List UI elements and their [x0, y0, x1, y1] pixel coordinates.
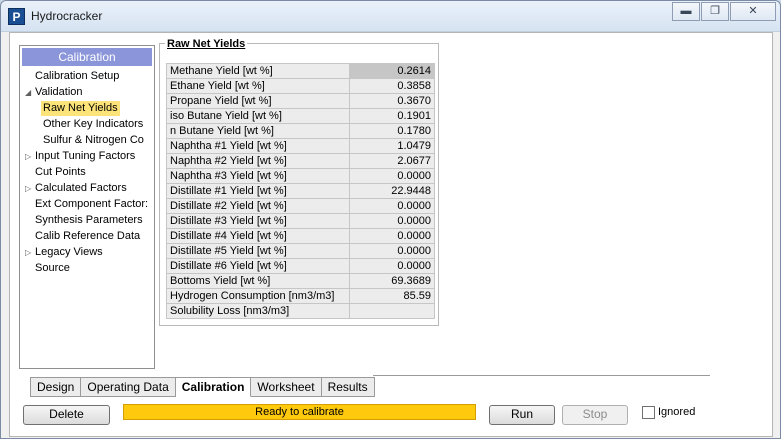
table-row: Distillate #1 Yield [wt %] 22.9448 — [166, 183, 435, 199]
close-icon: ✕ — [748, 5, 758, 17]
nav-item-other-key-indicators[interactable]: Other Key Indicators — [43, 117, 143, 132]
tab-strip: Design Operating Data Calibration Worksh… — [30, 377, 375, 397]
value-cell[interactable]: 0.0000 — [349, 258, 435, 274]
tab-design[interactable]: Design — [30, 377, 82, 397]
expand-arrow-icon[interactable]: ▷ — [25, 184, 31, 193]
nav-item-calib-reference-data[interactable]: Calib Reference Data — [35, 229, 140, 244]
hydrocracker-window: P Hydrocracker ▬ ❐ ✕ Calibration Calibra… — [0, 0, 781, 439]
table-row: Distillate #3 Yield [wt %] 0.0000 — [166, 213, 435, 229]
close-button[interactable]: ✕ — [730, 2, 776, 21]
value-cell[interactable]: 0.3670 — [349, 93, 435, 109]
collapse-arrow-icon[interactable]: ◢ — [25, 88, 31, 97]
ignored-checkbox[interactable] — [642, 406, 655, 419]
value-cell[interactable]: 1.0479 — [349, 138, 435, 154]
row-label: Methane Yield [wt %] — [166, 63, 350, 79]
nav-item-calculated-factors[interactable]: Calculated Factors — [35, 181, 127, 196]
row-label: Hydrogen Consumption [nm3/m3] — [166, 288, 350, 304]
nav-item-source[interactable]: Source — [35, 261, 70, 276]
value-cell[interactable]: 0.3858 — [349, 78, 435, 94]
table-row: Distillate #2 Yield [wt %] 0.0000 — [166, 198, 435, 214]
row-label: Naphtha #2 Yield [wt %] — [166, 153, 350, 169]
row-label: Solubility Loss [nm3/m3] — [166, 303, 350, 319]
window-title: Hydrocracker — [31, 9, 103, 23]
row-label: Distillate #1 Yield [wt %] — [166, 183, 350, 199]
table-row: n Butane Yield [wt %] 0.1780 — [166, 123, 435, 139]
row-label: n Butane Yield [wt %] — [166, 123, 350, 139]
nav-item-validation[interactable]: Validation — [35, 85, 83, 100]
nav-item-sulfur-nitrogen[interactable]: Sulfur & Nitrogen Co — [43, 133, 144, 148]
table-row: Propane Yield [wt %] 0.3670 — [166, 93, 435, 109]
row-label: Distillate #3 Yield [wt %] — [166, 213, 350, 229]
value-cell[interactable]: 0.0000 — [349, 243, 435, 259]
value-cell[interactable]: 0.1780 — [349, 123, 435, 139]
tab-calibration[interactable]: Calibration — [175, 377, 252, 397]
value-cell[interactable]: 0.2614 — [349, 63, 435, 79]
expand-arrow-icon[interactable]: ▷ — [25, 152, 31, 161]
row-label: Propane Yield [wt %] — [166, 93, 350, 109]
value-cell[interactable]: 85.59 — [349, 288, 435, 304]
table-row: Ethane Yield [wt %] 0.3858 — [166, 78, 435, 94]
ignored-label: Ignored — [658, 406, 696, 418]
table-row: Naphtha #1 Yield [wt %] 1.0479 — [166, 138, 435, 154]
table-row: Distillate #6 Yield [wt %] 0.0000 — [166, 258, 435, 274]
value-cell[interactable]: 0.1901 — [349, 108, 435, 124]
value-cell[interactable] — [349, 303, 435, 319]
table-row: Hydrogen Consumption [nm3/m3] 85.59 — [166, 288, 435, 304]
app-icon: P — [8, 8, 25, 25]
value-cell[interactable]: 0.0000 — [349, 213, 435, 229]
content-panel: Calibration Calibration Setup ◢ Validati… — [9, 32, 773, 437]
nav-item-input-tuning-factors[interactable]: Input Tuning Factors — [35, 149, 135, 164]
table-row: Methane Yield [wt %] 0.2614 — [166, 63, 435, 79]
row-label: Bottoms Yield [wt %] — [166, 273, 350, 289]
row-label: Distillate #6 Yield [wt %] — [166, 258, 350, 274]
value-cell[interactable]: 0.0000 — [349, 168, 435, 184]
restore-icon: ❐ — [710, 5, 720, 17]
nav-header: Calibration — [22, 48, 152, 66]
row-label: Naphtha #3 Yield [wt %] — [166, 168, 350, 184]
table-row: iso Butane Yield [wt %] 0.1901 — [166, 108, 435, 124]
value-cell[interactable]: 0.0000 — [349, 228, 435, 244]
group-title: Raw Net Yields — [165, 37, 248, 51]
tab-results[interactable]: Results — [321, 377, 375, 397]
title-bar[interactable]: P Hydrocracker ▬ ❐ ✕ — [1, 1, 780, 32]
row-label: Distillate #2 Yield [wt %] — [166, 198, 350, 214]
tab-operating-data[interactable]: Operating Data — [81, 377, 176, 397]
row-label: Naphtha #1 Yield [wt %] — [166, 138, 350, 154]
table-row: Bottoms Yield [wt %] 69.3689 — [166, 273, 435, 289]
minimize-icon: ▬ — [680, 5, 692, 17]
tab-strip-line — [373, 375, 710, 376]
table-row: Naphtha #2 Yield [wt %] 2.0677 — [166, 153, 435, 169]
nav-item-synthesis-parameters[interactable]: Synthesis Parameters — [35, 213, 143, 228]
table-row: Distillate #4 Yield [wt %] 0.0000 — [166, 228, 435, 244]
row-label: Distillate #4 Yield [wt %] — [166, 228, 350, 244]
stop-button[interactable]: Stop — [562, 405, 628, 425]
nav-item-cut-points[interactable]: Cut Points — [35, 165, 86, 180]
delete-button[interactable]: Delete — [23, 405, 110, 425]
value-cell[interactable]: 2.0677 — [349, 153, 435, 169]
raw-net-yields-table: Methane Yield [wt %] 0.2614 Ethane Yield … — [166, 63, 435, 319]
row-label: Ethane Yield [wt %] — [166, 78, 350, 94]
value-cell[interactable]: 69.3689 — [349, 273, 435, 289]
table-row: Naphtha #3 Yield [wt %] 0.0000 — [166, 168, 435, 184]
nav-item-ext-component-factors[interactable]: Ext Component Factor: — [35, 197, 148, 212]
window-controls: ▬ ❐ ✕ — [671, 2, 776, 21]
tab-worksheet[interactable]: Worksheet — [251, 377, 322, 397]
status-bar: Ready to calibrate — [123, 404, 476, 420]
table-row: Distillate #5 Yield [wt %] 0.0000 — [166, 243, 435, 259]
minimize-button[interactable]: ▬ — [672, 2, 700, 21]
expand-arrow-icon[interactable]: ▷ — [25, 248, 31, 257]
row-label: Distillate #5 Yield [wt %] — [166, 243, 350, 259]
value-cell[interactable]: 22.9448 — [349, 183, 435, 199]
nav-item-legacy-views[interactable]: Legacy Views — [35, 245, 103, 260]
row-label: iso Butane Yield [wt %] — [166, 108, 350, 124]
calibration-nav-tree: Calibration Calibration Setup ◢ Validati… — [19, 45, 155, 369]
table-row: Solubility Loss [nm3/m3] — [166, 303, 435, 319]
restore-button[interactable]: ❐ — [701, 2, 729, 21]
run-button[interactable]: Run — [489, 405, 555, 425]
value-cell[interactable]: 0.0000 — [349, 198, 435, 214]
nav-item-calibration-setup[interactable]: Calibration Setup — [35, 69, 119, 84]
nav-item-raw-net-yields[interactable]: Raw Net Yields — [41, 101, 120, 116]
